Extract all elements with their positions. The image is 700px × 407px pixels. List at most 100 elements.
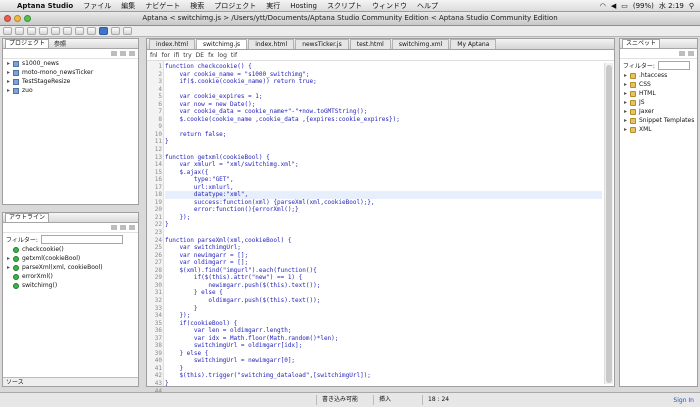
new-icon[interactable] (3, 27, 12, 35)
code-line[interactable]: 37 var idx = Math.floor(Math.random()*le… (155, 335, 602, 343)
menu-icon[interactable] (688, 51, 694, 56)
snippet-try[interactable]: try (183, 52, 191, 59)
code-line[interactable]: 33 } (155, 305, 602, 313)
debug-icon[interactable] (39, 27, 48, 35)
editor-tab[interactable]: index.html (149, 39, 195, 49)
outline-item[interactable]: ▸ parseXml(xml, cookieBool) (3, 263, 138, 272)
editor-tab[interactable]: test.html (349, 39, 391, 49)
browser-preview-icon[interactable] (99, 27, 108, 35)
code-area[interactable]: 1 function checkcookie() {2 var cookie_na… (147, 61, 614, 402)
wifi-icon[interactable]: ◠ (600, 2, 606, 10)
volume-icon[interactable]: ◀︎ (611, 2, 616, 10)
code-line[interactable]: 17 url:xmlurl, (155, 184, 602, 192)
code-line[interactable]: 30 newimgarr.push($(this).text()); (155, 282, 602, 290)
project-item[interactable]: ▸ zuo (3, 86, 138, 95)
menu-help[interactable]: ヘルプ (412, 1, 443, 11)
code-line[interactable]: 11} (155, 138, 602, 146)
external-tools-icon[interactable] (63, 27, 72, 35)
editor-tab[interactable]: newsTicker.js (295, 39, 349, 49)
snippet-folder[interactable]: ▸ JS (620, 98, 697, 107)
code-line[interactable]: 16 type:"GET", (155, 176, 602, 184)
snippet-fnl[interactable]: fnl (150, 52, 158, 59)
snippet-folder[interactable]: ▸ .htaccess (620, 71, 697, 80)
sort-icon[interactable] (111, 225, 117, 230)
outline-item[interactable]: switchimg() (3, 281, 138, 290)
print-icon[interactable] (27, 27, 36, 35)
editor-tab[interactable]: index.html (248, 39, 295, 49)
collapse-icon[interactable] (111, 51, 117, 56)
filter-input[interactable] (40, 234, 123, 244)
code-line[interactable]: 26 var newimgarr = []; (155, 252, 602, 260)
code-line[interactable]: 3 if($.cookie(cookie_name)) return true; (158, 78, 602, 86)
project-item[interactable]: ▸ moto-mono_newsTicker (3, 68, 138, 77)
snippet-folder[interactable]: ▸ CSS (620, 80, 697, 89)
code-line[interactable]: 39 } else { (155, 350, 602, 358)
tab-project[interactable]: プロジェクト (5, 39, 50, 48)
code-line[interactable]: 25 var switchimgUrl; (155, 244, 602, 252)
code-line[interactable]: 18 datatype:"xml", (155, 191, 602, 199)
code-line[interactable]: 27 var oldimgarr = []; (155, 259, 602, 267)
code-line[interactable]: 36 var len = oldimgarr.length; (155, 327, 602, 335)
link-icon[interactable] (120, 51, 126, 56)
spotlight-icon[interactable]: ⚲ (689, 2, 694, 10)
snippet-for[interactable]: for (162, 52, 170, 59)
code-line[interactable]: 12 (155, 146, 602, 154)
editor-scrollbar[interactable] (604, 63, 613, 384)
battery-icon[interactable]: ▭ (621, 2, 628, 10)
menu-app[interactable]: Aptana Studio (12, 2, 78, 10)
project-item[interactable]: ▸ s1000_news (3, 59, 138, 68)
snippet-fx[interactable]: fx (208, 52, 214, 59)
run-icon[interactable] (51, 27, 60, 35)
outline-item[interactable]: errorXml() (3, 272, 138, 281)
code-line[interactable]: 6 var now = new Date(); (158, 101, 602, 109)
code-line[interactable]: 14 var xmlurl = "xml/switchimg.xml"; (155, 161, 602, 169)
project-item[interactable]: ▸ TestStageResize (3, 77, 138, 86)
forward-icon[interactable] (123, 27, 132, 35)
code-line[interactable]: 4 (158, 86, 602, 94)
snippet-folder[interactable]: ▸ XML (620, 125, 697, 134)
source-tab[interactable]: ソース (3, 377, 138, 386)
code-line[interactable]: 10 return false; (155, 131, 602, 139)
code-line[interactable]: 40 switchimgUrl = newimgarr[0]; (155, 357, 602, 365)
code-line[interactable]: 42 $(this).trigger("switchimg_dataload",… (155, 372, 602, 380)
code-line[interactable]: 19 success:function(xml) {parseXml(xml,c… (155, 199, 602, 207)
code-line[interactable]: 9 (158, 123, 602, 131)
search-icon[interactable] (87, 27, 96, 35)
save-icon[interactable] (15, 27, 24, 35)
tab-outline[interactable]: アウトライン (5, 213, 50, 222)
menu-run[interactable]: 実行 (261, 1, 285, 11)
collapse-icon[interactable] (129, 225, 135, 230)
code-line[interactable]: 28 $(xml).find("imgurl").each(function()… (155, 267, 602, 275)
new-project-icon[interactable] (75, 27, 84, 35)
menu-icon[interactable] (129, 51, 135, 56)
code-line[interactable]: 23 (155, 229, 602, 237)
code-line[interactable]: 29 if($(this).attr("new") == 1) { (155, 274, 602, 282)
menu-hosting[interactable]: Hosting (285, 2, 322, 10)
snippet-de[interactable]: DE (196, 52, 204, 59)
menu-edit[interactable]: 編集 (116, 1, 140, 11)
menu-file[interactable]: ファイル (78, 1, 116, 11)
hide-fields-icon[interactable] (120, 225, 126, 230)
code-line[interactable]: 24 function parseXml(xml,cookieBool) { (155, 237, 602, 245)
outline-item[interactable]: checkcookie() (3, 245, 138, 254)
scroll-thumb[interactable] (606, 65, 612, 383)
code-line[interactable]: 35 if(cookieBool) { (155, 320, 602, 328)
menu-navigate[interactable]: ナビゲート (140, 1, 185, 11)
code-line[interactable]: 8 $.cookie(cookie_name ,cookie_data ,{ex… (158, 116, 602, 124)
code-line[interactable]: 31 } else { (155, 289, 602, 297)
code-line[interactable]: 13 function getxml(cookieBool) { (155, 154, 602, 162)
editor-tab-active[interactable]: switchimg.js (196, 39, 248, 49)
snippet-folder[interactable]: ▸ HTML (620, 89, 697, 98)
code-line[interactable]: 22} (155, 221, 602, 229)
code-line[interactable]: 41 } (155, 365, 602, 373)
code-line[interactable]: 38 switchimgUrl = oldimgarr[idx]; (155, 342, 602, 350)
code-line[interactable]: 15 $.ajax({ (155, 169, 602, 177)
code-line[interactable]: 34 }); (155, 312, 602, 320)
editor-tab[interactable]: My Aptana (450, 39, 497, 49)
code-line[interactable]: 43} (155, 380, 602, 388)
code-line[interactable]: 1 function checkcookie() { (158, 63, 602, 71)
code-line[interactable]: 2 var cookie_name = "s1000_switchimg"; (158, 71, 602, 79)
snippet-tif[interactable]: tif (231, 52, 237, 59)
snippet-folder[interactable]: ▸ Snippet Templates (620, 116, 697, 125)
code-line[interactable]: 20 error:function(){errorXml();} (155, 206, 602, 214)
